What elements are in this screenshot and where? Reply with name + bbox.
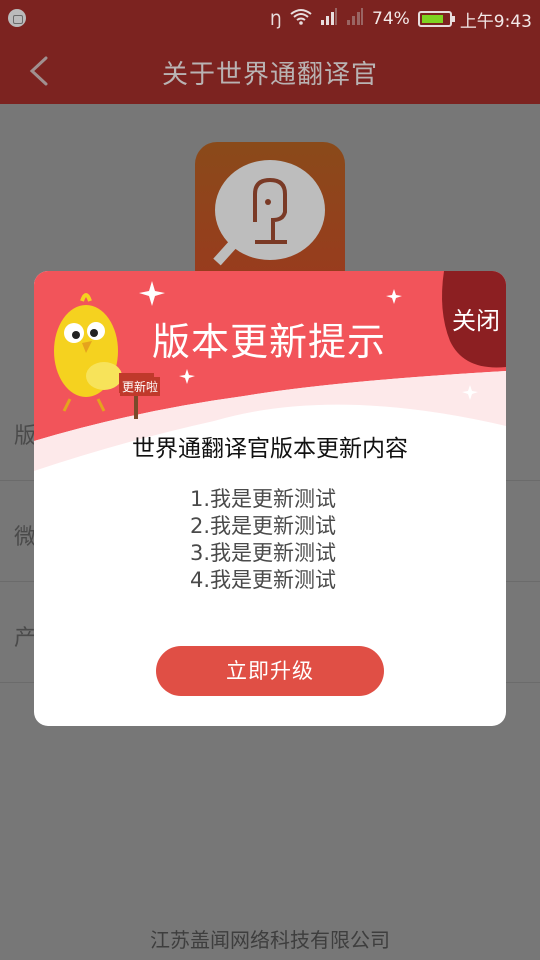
- nfc-icon: Ŋ: [270, 9, 283, 29]
- microphone-icon: [213, 177, 287, 266]
- battery-percent: 74%: [372, 9, 410, 29]
- app-header: 关于世界通翻译官: [0, 38, 540, 104]
- app-logo: [195, 142, 345, 292]
- wifi-icon: [290, 8, 312, 30]
- close-button[interactable]: 关闭: [444, 271, 506, 371]
- list-item: 4.我是更新测试: [190, 568, 337, 592]
- close-button-label: 关闭: [452, 307, 500, 335]
- signal-icon-2: [346, 8, 364, 30]
- lock-icon: [8, 9, 26, 27]
- status-icons: Ŋ 74% 上午9:43: [270, 8, 532, 32]
- update-list: 1.我是更新测试 2.我是更新测试 3.我是更新测试 4.我是更新测试: [190, 486, 336, 594]
- battery-fill: [421, 15, 443, 23]
- list-item: 2.我是更新测试: [190, 514, 337, 538]
- signal-icon-1: [320, 8, 338, 30]
- list-item-label: 微: [14, 525, 37, 550]
- clock: 上午9:43: [459, 11, 532, 32]
- list-item-label: 产: [14, 626, 37, 651]
- list-item: 1.我是更新测试: [190, 487, 337, 511]
- update-dialog: 版本更新提示 关闭 更新啦 世界通翻译官版本更新内容 1.我是更新测试 2.我是…: [34, 271, 506, 726]
- list-item: 3.我是更新测试: [190, 541, 337, 565]
- list-item-label: 版: [14, 424, 37, 449]
- status-bar: Ŋ 74% 上午9:43: [0, 0, 540, 38]
- upgrade-button[interactable]: 立即升级: [156, 646, 384, 696]
- sign-label: 更新啦: [120, 377, 161, 396]
- dialog-title: 版本更新提示: [151, 320, 386, 364]
- battery-icon: [417, 11, 455, 27]
- update-content-title: 世界通翻译官版本更新内容: [132, 436, 408, 462]
- page-title: 关于世界通翻译官: [161, 60, 378, 90]
- company-name: 江苏盖闻网络科技有限公司: [150, 928, 390, 952]
